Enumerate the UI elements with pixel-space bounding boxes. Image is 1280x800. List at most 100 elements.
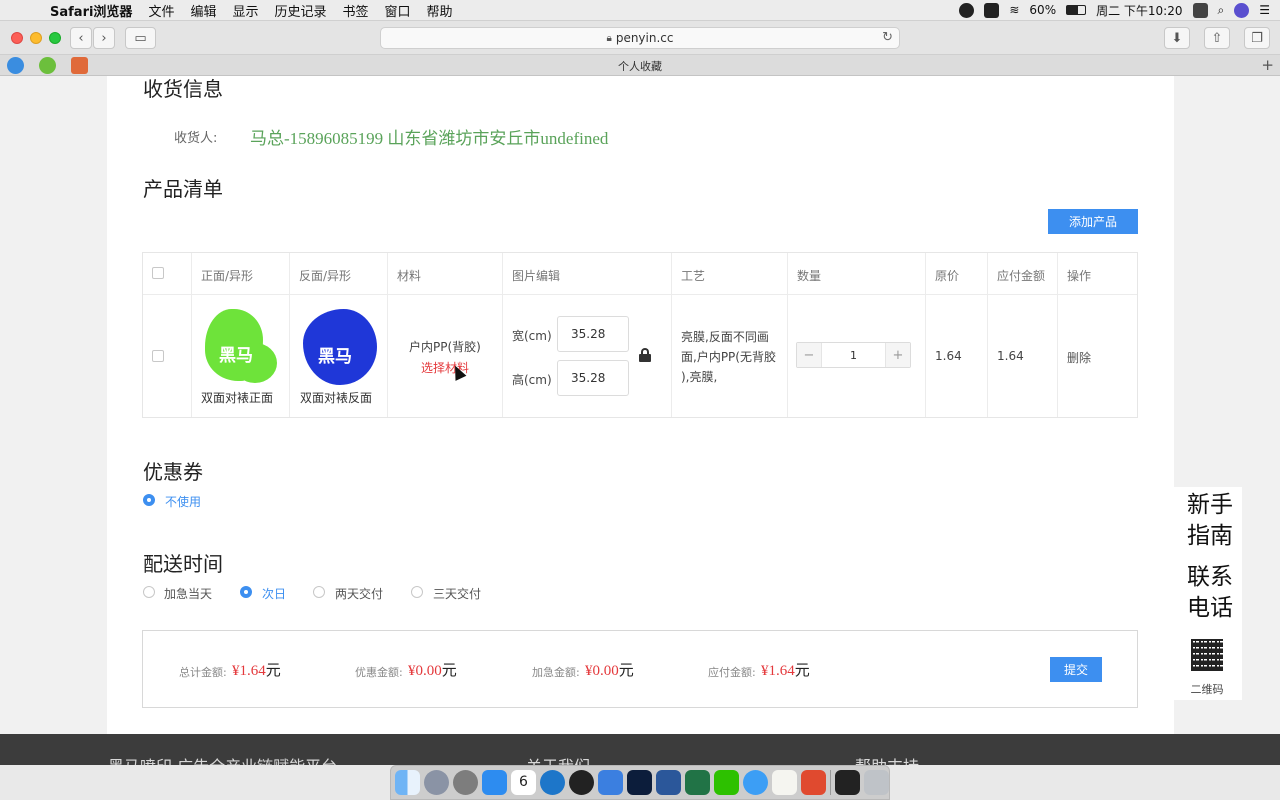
menu-bar: Safari浏览器 文件 编辑 显示 历史记录 书签 窗口 帮助 ≋ 60% 周… <box>0 0 1280 21</box>
row-checkbox[interactable] <box>152 350 164 362</box>
notes-icon[interactable] <box>772 770 797 795</box>
address-bar[interactable]: 🔒︎ penyin.cc ↻ <box>380 27 900 49</box>
tabs-overview-button[interactable]: ❐ <box>1244 27 1270 49</box>
quantity-stepper: − 1 + <box>796 342 911 368</box>
column-divider <box>925 253 926 417</box>
footer-about[interactable]: 关于我们 <box>526 753 590 765</box>
input-method-icon[interactable] <box>1192 2 1208 18</box>
delivery-nextday-radio[interactable] <box>240 586 252 598</box>
word-icon[interactable] <box>656 770 681 795</box>
wps-icon[interactable] <box>801 770 826 795</box>
menu-file[interactable]: 文件 <box>140 1 182 20</box>
maximize-window-button[interactable] <box>49 32 61 44</box>
total-value: ¥1.64 <box>232 663 266 679</box>
coupon-none-radio[interactable] <box>143 494 155 506</box>
photoshop-icon[interactable] <box>627 770 652 795</box>
quantity-input[interactable]: 1 <box>821 343 886 367</box>
quantity-increment-button[interactable]: + <box>886 343 910 367</box>
quantity-decrement-button[interactable]: − <box>797 343 821 367</box>
finder-alt-icon[interactable] <box>598 770 623 795</box>
delivery-twoday-label[interactable]: 两天交付 <box>335 585 383 602</box>
qq-icon[interactable] <box>569 770 594 795</box>
terminal-icon[interactable] <box>835 770 860 795</box>
sidebar-toggle-button[interactable]: ▭ <box>125 27 156 49</box>
trash-icon[interactable] <box>864 770 889 795</box>
total-unit: 元 <box>265 663 281 679</box>
col-quantity: 数量 <box>797 269 822 283</box>
excel-icon[interactable] <box>685 770 710 795</box>
minimize-window-button[interactable] <box>30 32 42 44</box>
front-caption: 双面对裱正面 <box>201 391 274 405</box>
delivery-nextday-label[interactable]: 次日 <box>262 585 286 602</box>
delivery-twoday-radio[interactable] <box>313 586 325 598</box>
discount-label: 优惠金额: <box>355 666 403 679</box>
front-image-text: 黑马 <box>219 346 253 366</box>
discount-value: ¥0.00 <box>408 663 442 679</box>
delivery-rush-label[interactable]: 加急当天 <box>164 585 212 602</box>
edge-icon[interactable] <box>540 770 565 795</box>
select-all-checkbox[interactable] <box>152 267 164 279</box>
add-product-button[interactable]: 添加产品 <box>1048 209 1138 234</box>
delivery-rush-radio[interactable] <box>143 586 155 598</box>
new-tab-plus-icon[interactable]: + <box>1261 56 1274 74</box>
finder-icon[interactable] <box>395 770 420 795</box>
submit-order-button[interactable]: 提交 <box>1050 657 1102 682</box>
record-icon[interactable] <box>959 2 975 18</box>
forward-button[interactable]: › <box>93 27 115 49</box>
site-footer: 黑马喷印 广告全产业链赋能平台 关于我们 帮助支持 <box>0 734 1280 765</box>
payable-amount: ¥1.64元 <box>761 659 810 680</box>
app-store-icon[interactable] <box>482 770 507 795</box>
tabs-icon: ❐ <box>1251 30 1263 46</box>
column-divider <box>787 253 788 417</box>
menu-window[interactable]: 窗口 <box>377 1 419 20</box>
menu-app-name[interactable]: Safari浏览器 <box>42 1 140 20</box>
receiver-value[interactable]: 马总-15896085199 山东省潍坊市安丘市undefined <box>250 124 608 149</box>
wifi-icon[interactable]: ≋ <box>1009 3 1019 17</box>
reload-icon[interactable]: ↻ <box>882 30 893 45</box>
dock-separator <box>830 770 831 795</box>
payable-value: 1.64 <box>997 349 1024 363</box>
payable-total-label: 应付金额: <box>708 666 756 679</box>
height-input[interactable]: 35.28 <box>557 360 629 396</box>
wechat-icon[interactable] <box>714 770 739 795</box>
clock[interactable]: 周二 下午10:20 <box>1096 2 1182 19</box>
back-button[interactable]: ‹ <box>70 27 92 49</box>
guide-line-2: 指南 <box>1187 523 1233 548</box>
menu-edit[interactable]: 编辑 <box>182 1 224 20</box>
menu-help[interactable]: 帮助 <box>419 1 461 20</box>
payable-total-value: ¥1.64 <box>761 663 795 679</box>
download-icon: ⬇ <box>1171 30 1183 46</box>
order-content: 收货信息 收货人: 马总-15896085199 山东省潍坊市安丘市undefi… <box>107 76 1174 735</box>
col-action: 操作 <box>1067 269 1092 283</box>
original-price-value: 1.64 <box>935 349 962 363</box>
delete-link[interactable]: 删除 <box>1067 349 1091 366</box>
downloads-button[interactable]: ⬇ <box>1164 27 1190 49</box>
qr-code-icon[interactable] <box>1191 639 1223 671</box>
close-window-button[interactable] <box>11 32 23 44</box>
delivery-threeday-label[interactable]: 三天交付 <box>433 585 481 602</box>
coupon-none-label[interactable]: 不使用 <box>165 493 201 510</box>
width-input[interactable]: 35.28 <box>557 316 629 352</box>
menu-bookmarks[interactable]: 书签 <box>335 1 377 20</box>
col-material: 材料 <box>397 269 422 283</box>
menu-view[interactable]: 显示 <box>224 1 266 20</box>
column-divider <box>502 253 503 417</box>
footer-help[interactable]: 帮助支持 <box>855 753 919 765</box>
rush-label: 加急金额: <box>532 666 580 679</box>
guide-line-1: 新手 <box>1187 492 1233 517</box>
safari-icon[interactable] <box>743 770 768 795</box>
delivery-threeday-radio[interactable] <box>411 586 423 598</box>
siri-icon[interactable] <box>1234 2 1250 18</box>
system-preferences-icon[interactable] <box>453 770 478 795</box>
favorites-title: 个人收藏 <box>618 60 662 73</box>
notification-center-icon[interactable]: ☰ <box>1259 3 1270 17</box>
spotlight-icon[interactable]: ⌕ <box>1218 3 1225 18</box>
launchpad-icon[interactable] <box>424 770 449 795</box>
share-button[interactable]: ⇧ <box>1204 27 1230 49</box>
calendar-icon[interactable]: 6 <box>511 770 536 795</box>
lock-ratio-icon[interactable] <box>639 348 651 362</box>
share-icon: ⇧ <box>1211 30 1223 46</box>
status-app-icon[interactable] <box>984 2 1000 18</box>
battery-icon[interactable] <box>1066 5 1087 15</box>
menu-history[interactable]: 历史记录 <box>266 1 334 20</box>
